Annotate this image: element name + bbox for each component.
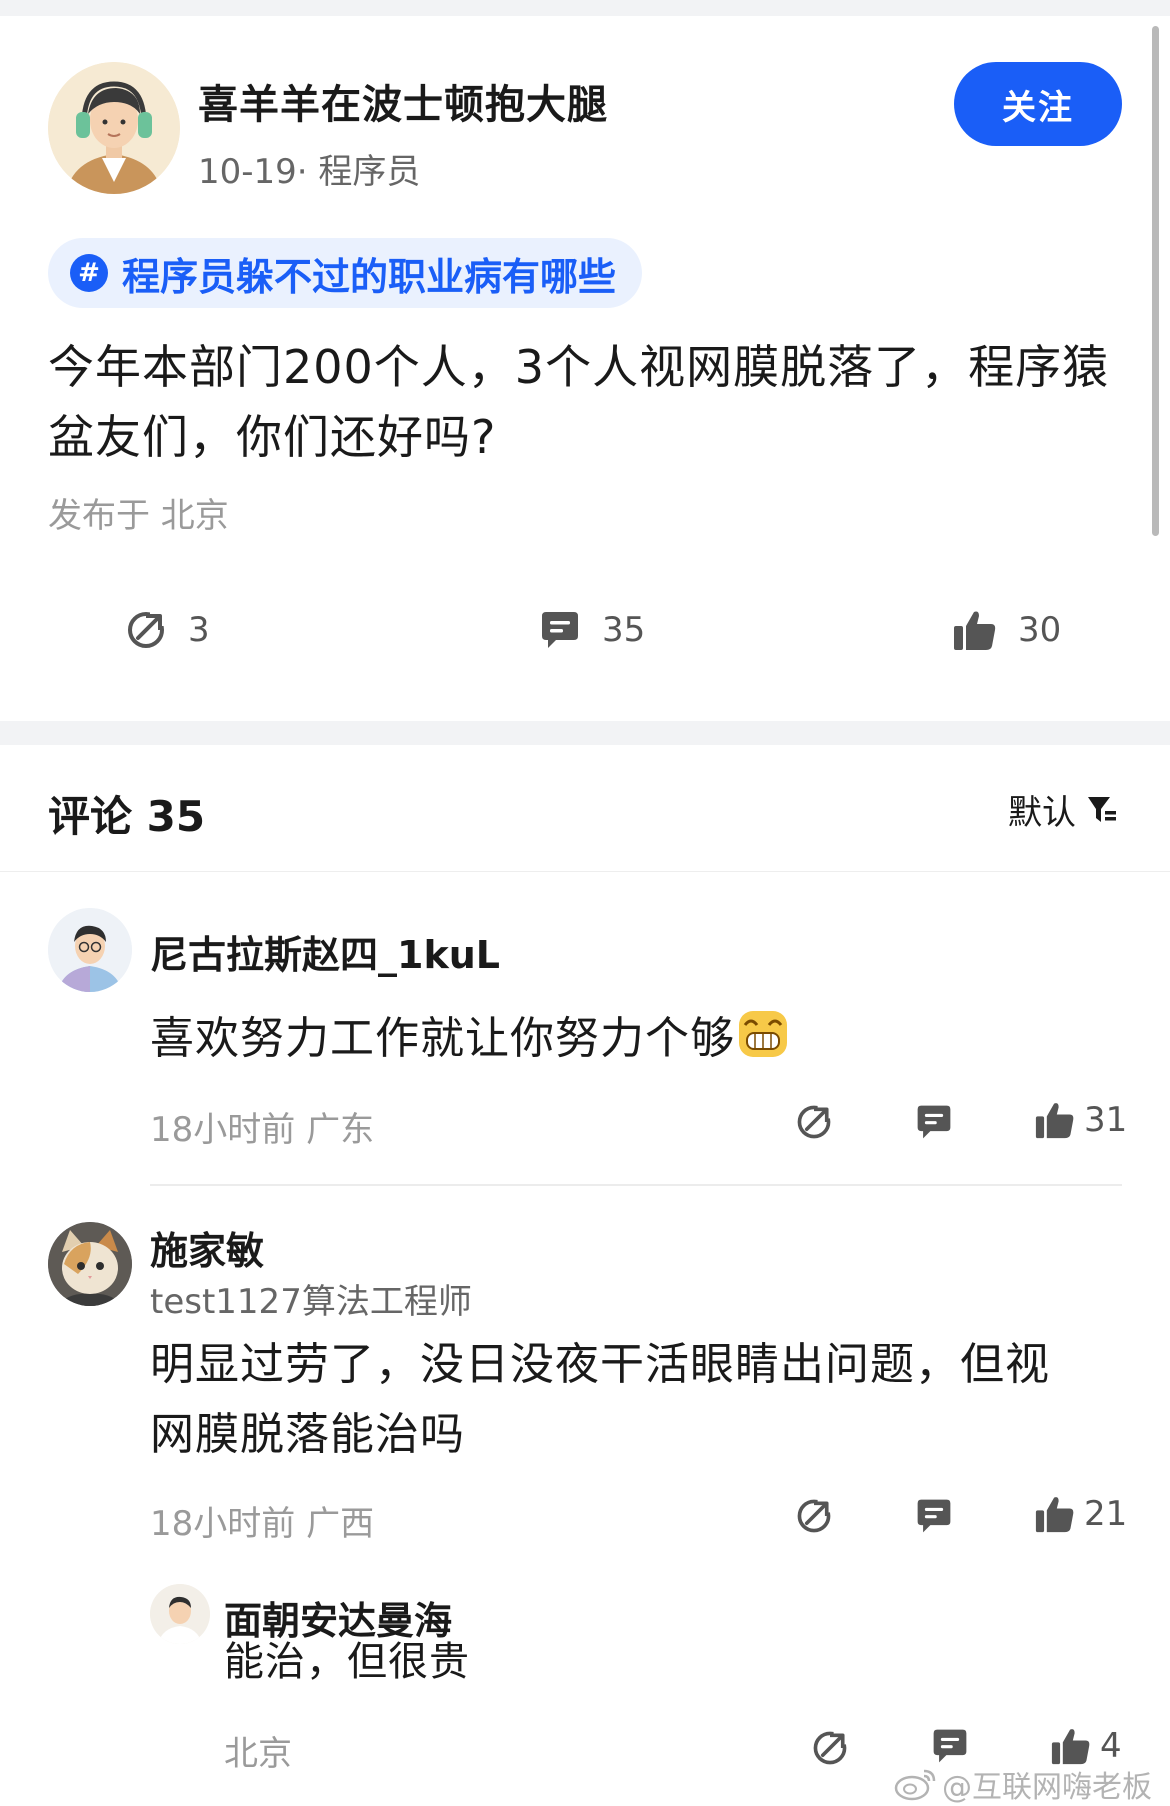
post-card: 喜羊羊在波士顿抱大腿 10-19· 程序员 关注 # 程序员躲不过的职业病有哪些… [0,16,1170,721]
weibo-logo-icon [894,1769,936,1801]
comment-text-content: 喜欢努力工作就让你努力个够 [150,1013,735,1064]
comment-icon[interactable] [914,1496,954,1536]
comment-meta: 18小时前 广西 [150,1504,375,1544]
comment-author-title: test1127算法工程师 [150,1282,472,1322]
topic-label: 程序员躲不过的职业病有哪些 [122,254,617,299]
reply-like-button[interactable]: 4 [1050,1726,1122,1766]
comments-header: 评论 35 默认 [0,745,1170,872]
post-location: 发布于 北京 [48,496,229,536]
reply-meta: 北京 [224,1734,292,1774]
comments-title: 评论 35 [48,792,206,841]
watermark-text: @互联网嗨老板 [942,1770,1152,1805]
share-icon[interactable] [810,1728,850,1768]
section-separator [0,721,1170,745]
comment-icon[interactable] [914,1102,954,1142]
comment-divider [150,1184,1122,1186]
topic-tag[interactable]: # 程序员躲不过的职业病有哪些 [48,238,643,308]
comment-icon[interactable] [930,1726,970,1766]
comment-like-count: 31 [1084,1100,1128,1140]
watermark: @互联网嗨老板 [894,1762,1152,1806]
comment-action[interactable]: 35 [538,608,645,652]
thumbs-up-icon [1035,1497,1074,1533]
share-icon [128,610,166,648]
share-icon[interactable] [794,1102,834,1142]
post-body: 今年本部门200个人，3个人视网膜脱落了，程序猿盆友们，你们还好吗? [48,340,1110,464]
comment-count: 35 [602,610,646,650]
comment-icon [542,612,578,648]
comment-avatar[interactable] [48,908,132,992]
like-count: 30 [1018,610,1062,650]
share-action[interactable]: 3 [124,608,210,652]
reply-text: 能治，但很贵 [224,1639,470,1685]
filter-icon [1088,796,1116,822]
thumbs-up-icon [1035,1103,1074,1139]
comment-avatar[interactable] [48,1222,132,1306]
thumbs-up-icon [1051,1729,1090,1765]
comment-text: 喜欢努力工作就让你努力个够 [150,1004,789,1074]
author-meta: 10-19· 程序员 [198,152,421,192]
top-strip [0,0,1170,16]
share-count: 3 [188,610,210,650]
comment-author-name[interactable]: 尼古拉斯赵四_1kuL [150,924,500,979]
author-name[interactable]: 喜羊羊在波士顿抱大腿 [198,72,608,130]
comment-author-name[interactable]: 施家敏 [150,1220,264,1275]
follow-button[interactable]: 关注 [954,62,1122,146]
share-icon[interactable] [794,1496,834,1536]
sort-dropdown[interactable]: 默认 [1008,785,1118,834]
grin-emoji-icon [739,1011,787,1057]
hash-icon: # [70,254,108,292]
author-avatar[interactable] [48,62,180,194]
comment-like-button[interactable]: 21 [1034,1494,1127,1534]
comment-meta: 18小时前 广东 [150,1110,375,1150]
comment-like-count: 21 [1084,1494,1128,1534]
reply-avatar[interactable] [150,1584,210,1644]
sort-label: 默认 [1008,793,1076,833]
comment-text: 明显过劳了，没日没夜干活眼睛出问题，但视网膜脱落能治吗 [150,1339,1050,1460]
thumbs-up-icon [954,611,996,650]
reply-like-count: 4 [1100,1726,1122,1766]
like-action[interactable]: 30 [952,608,1061,652]
comment-like-button[interactable]: 31 [1034,1100,1127,1140]
